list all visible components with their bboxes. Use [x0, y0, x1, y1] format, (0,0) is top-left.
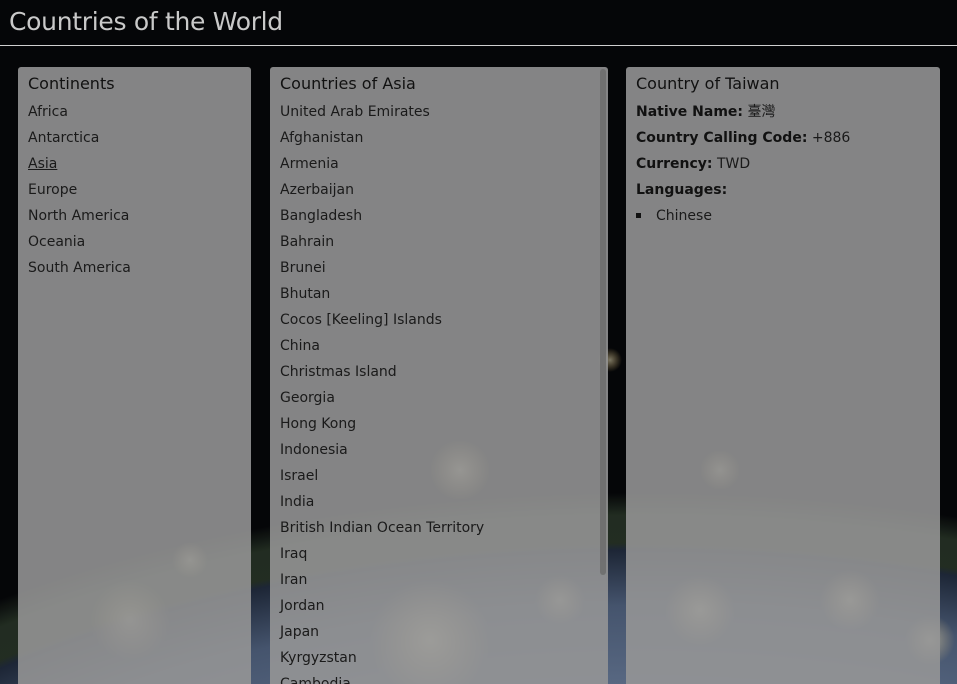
countries-scrollbar[interactable]: [600, 69, 606, 575]
country-link[interactable]: Bhutan: [280, 281, 598, 307]
country-link[interactable]: Christmas Island: [280, 359, 598, 385]
country-link[interactable]: Iraq: [280, 541, 598, 567]
country-link[interactable]: Japan: [280, 619, 598, 645]
country-link[interactable]: Israel: [280, 463, 598, 489]
country-link[interactable]: Cambodia: [280, 671, 598, 684]
country-link[interactable]: China: [280, 333, 598, 359]
country-link[interactable]: Azerbaijan: [280, 177, 598, 203]
country-link[interactable]: Afghanistan: [280, 125, 598, 151]
country-heading: Country of Taiwan: [636, 74, 780, 93]
country-link[interactable]: Armenia: [280, 151, 598, 177]
native-name-label: Native Name:: [636, 104, 743, 120]
currency-label: Currency:: [636, 156, 713, 172]
calling-code-value: +886: [811, 130, 851, 146]
continent-link[interactable]: Oceania: [28, 229, 241, 255]
country-link[interactable]: British Indian Ocean Territory: [280, 515, 598, 541]
country-link[interactable]: Hong Kong: [280, 411, 598, 437]
continents-panel: Continents Africa Antarctica Asia Europe Nor…: [18, 67, 251, 684]
language-item: Chinese: [636, 203, 930, 229]
country-detail-panel: Country of Taiwan Native Name: 臺灣 Countr…: [626, 67, 940, 684]
country-link[interactable]: Iran: [280, 567, 598, 593]
country-link[interactable]: Bangladesh: [280, 203, 598, 229]
languages-row: Languages:: [636, 177, 930, 203]
continents-heading: Continents: [28, 74, 115, 93]
country-link[interactable]: Bahrain: [280, 229, 598, 255]
currency-value: TWD: [717, 156, 751, 172]
countries-panel: Countries of Asia United Arab Emirates Af…: [270, 67, 608, 684]
language-name: Chinese: [656, 208, 712, 224]
calling-code-row: Country Calling Code: +886: [636, 125, 930, 151]
continent-list: Africa Antarctica Asia Europe North America O…: [28, 99, 241, 281]
site-title: Countries of the World: [9, 7, 283, 36]
countries-heading: Countries of Asia: [280, 74, 416, 93]
languages-list: Chinese: [636, 203, 930, 229]
country-link[interactable]: Brunei: [280, 255, 598, 281]
country-link[interactable]: Georgia: [280, 385, 598, 411]
currency-row: Currency: TWD: [636, 151, 930, 177]
calling-code-label: Country Calling Code:: [636, 130, 808, 146]
continent-link[interactable]: North America: [28, 203, 241, 229]
country-link[interactable]: India: [280, 489, 598, 515]
native-name-row: Native Name: 臺灣: [636, 99, 930, 125]
country-link[interactable]: Jordan: [280, 593, 598, 619]
site-header: Countries of the World: [0, 0, 957, 46]
continent-link[interactable]: South America: [28, 255, 241, 281]
country-link[interactable]: United Arab Emirates: [280, 99, 598, 125]
native-name-value: 臺灣: [747, 104, 776, 120]
country-link[interactable]: Kyrgyzstan: [280, 645, 598, 671]
country-link[interactable]: Indonesia: [280, 437, 598, 463]
continent-link[interactable]: Europe: [28, 177, 241, 203]
continent-link[interactable]: Asia: [28, 151, 241, 177]
languages-label: Languages:: [636, 182, 728, 198]
continent-link[interactable]: Africa: [28, 99, 241, 125]
continent-link[interactable]: Antarctica: [28, 125, 241, 151]
country-link[interactable]: Cocos [Keeling] Islands: [280, 307, 598, 333]
bullet-icon: [636, 213, 641, 218]
country-list: United Arab Emirates Afghanistan Armenia Az…: [280, 99, 598, 684]
